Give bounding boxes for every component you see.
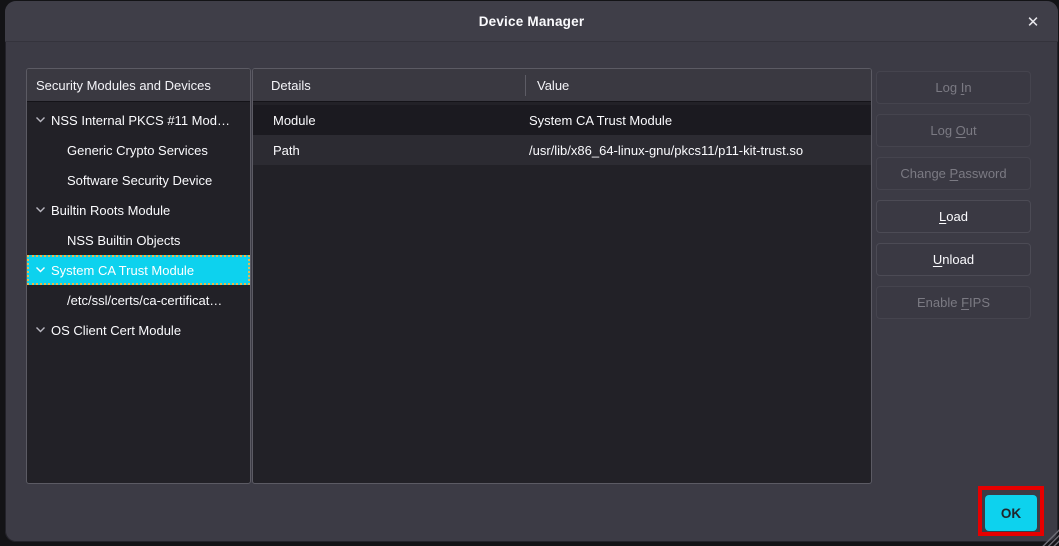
enable-fips-button: Enable FIPS (876, 286, 1031, 319)
button-label-part: ut (966, 123, 977, 138)
button-label-part: IPS (969, 295, 990, 310)
tree-item-label: /etc/ssl/certs/ca-certificat… (67, 293, 222, 308)
detail-value: /usr/lib/x86_64-linux-gnu/pkcs11/p11-kit… (529, 143, 803, 158)
detail-label: Module (273, 113, 316, 128)
detail-label: Path (273, 143, 300, 158)
close-icon[interactable]: ✕ (1020, 9, 1046, 35)
tree-item-label: System CA Trust Module (51, 263, 194, 278)
button-label-part: O (956, 123, 966, 138)
window-title: Device Manager (479, 14, 585, 29)
tree-item-builtin-roots-module[interactable]: Builtin Roots Module (27, 195, 250, 225)
details-row-module[interactable]: Module System CA Trust Module (253, 105, 871, 135)
security-modules-header: Security Modules and Devices (27, 69, 250, 102)
unload-button[interactable]: Unload (876, 243, 1031, 276)
log-in-button: Log In (876, 71, 1031, 104)
security-modules-header-label: Security Modules and Devices (36, 78, 211, 93)
ok-button[interactable]: OK (985, 495, 1037, 531)
chevron-down-icon[interactable] (35, 114, 46, 125)
tree-item-generic-crypto-services[interactable]: Generic Crypto Services (27, 135, 250, 165)
details-row-path[interactable]: Path/usr/lib/x86_64-linux-gnu/pkcs11/p11… (253, 135, 871, 165)
button-label-part: Change (900, 166, 949, 181)
tree-item-label: NSS Internal PKCS #11 Mod… (51, 113, 230, 128)
tree-item-label: OS Client Cert Module (51, 323, 181, 338)
button-label-part: assword (958, 166, 1006, 181)
details-panel: Details Value Module System CA Trust Modu… (252, 68, 872, 484)
tree-item-nss-internal-pkcs-11-mod[interactable]: NSS Internal PKCS #11 Mod… (27, 105, 250, 135)
button-label-part: F (961, 295, 969, 310)
security-modules-panel: Security Modules and Devices NSS Interna… (26, 68, 251, 484)
button-label-part: Log (930, 123, 955, 138)
tree-item-label: Builtin Roots Module (51, 203, 170, 218)
tree-item-system-ca-trust-module[interactable]: System CA Trust Module (27, 255, 250, 285)
tree-item-nss-builtin-objects[interactable]: NSS Builtin Objects (27, 225, 250, 255)
detail-value: System CA Trust Module (529, 113, 672, 128)
button-label-part: Enable (917, 295, 961, 310)
button-label-part: P (950, 166, 959, 181)
load-button[interactable]: Load (876, 200, 1031, 233)
button-label-part: U (933, 252, 942, 267)
tree-item-os-client-cert-module[interactable]: OS Client Cert Module (27, 315, 250, 345)
module-tree: NSS Internal PKCS #11 Mod… Generic Crypto… (27, 102, 250, 345)
change-password-button: Change Password (876, 157, 1031, 190)
value-column-header: Value (537, 78, 569, 93)
tree-item-label: NSS Builtin Objects (67, 233, 180, 248)
side-buttons: Log InLog OutChange PasswordLoadUnloadEn… (876, 71, 1031, 329)
tree-item-etc-ssl-certs-ca-certificat[interactable]: /etc/ssl/certs/ca-certificat… (27, 285, 250, 315)
chevron-down-icon[interactable] (35, 264, 46, 275)
screen: Device Manager ✕ Security Modules and De… (0, 0, 1059, 546)
tree-item-label: Generic Crypto Services (67, 143, 208, 158)
button-label-part: n (964, 80, 971, 95)
column-divider (525, 75, 526, 96)
details-header: Details Value (253, 69, 871, 102)
chevron-down-icon[interactable] (35, 324, 46, 335)
button-label-part: nload (942, 252, 974, 267)
device-manager-dialog: Device Manager ✕ Security Modules and De… (5, 1, 1058, 542)
button-label-part: Log (935, 80, 960, 95)
tree-item-software-security-device[interactable]: Software Security Device (27, 165, 250, 195)
titlebar[interactable]: Device Manager ✕ (5, 1, 1058, 42)
chevron-down-icon[interactable] (35, 204, 46, 215)
details-column-header: Details (271, 78, 311, 93)
tree-item-label: Software Security Device (67, 173, 212, 188)
log-out-button: Log Out (876, 114, 1031, 147)
button-label-part: oad (946, 209, 968, 224)
details-rows: Module System CA Trust Module Path/usr/lib… (253, 102, 871, 165)
